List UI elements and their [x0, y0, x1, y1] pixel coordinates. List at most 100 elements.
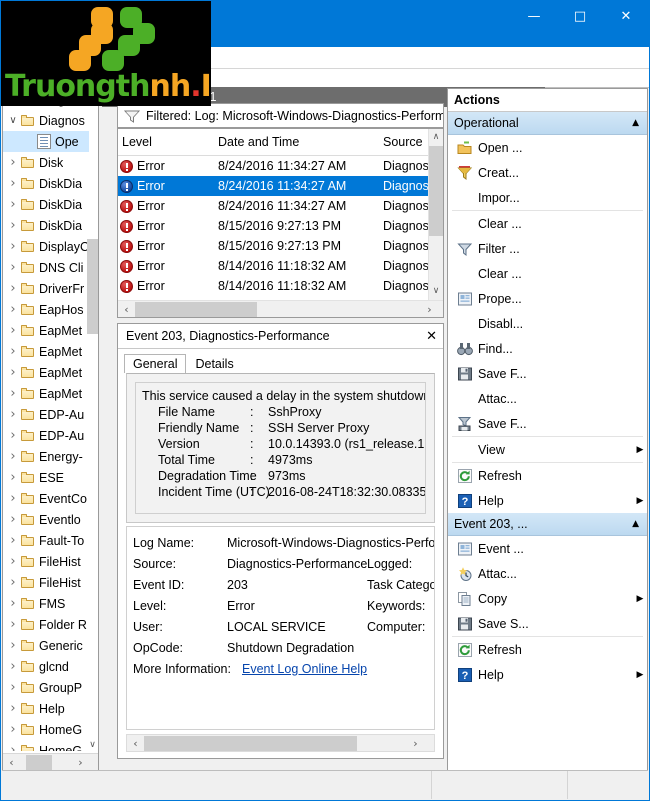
chevron-right-icon[interactable]: › — [5, 197, 21, 212]
action-item-disabl[interactable]: Disabl... — [448, 311, 647, 336]
action-item-help[interactable]: ? Help ▶ — [448, 662, 647, 687]
tree-item[interactable]: › EapMet — [3, 383, 89, 404]
tree-item[interactable]: › DNS Cli — [3, 257, 89, 278]
event-list-scroll-right-button[interactable]: › — [421, 301, 438, 318]
actions-group-header[interactable]: Event 203, ... ▲ — [448, 513, 647, 536]
tree-item[interactable]: › DriverFr — [3, 278, 89, 299]
action-item-prope[interactable]: Prope... — [448, 286, 647, 311]
tree-item[interactable]: › EDP-Au — [3, 425, 89, 446]
tree-item[interactable]: › Fault-To — [3, 530, 89, 551]
action-item-attac[interactable]: Attac... — [448, 561, 647, 586]
close-button[interactable]: ✕ — [603, 1, 649, 32]
chevron-right-icon[interactable]: › — [5, 428, 21, 443]
tree-item[interactable]: › ESE — [3, 467, 89, 488]
tree-item[interactable]: › EDP-Au — [3, 404, 89, 425]
tree-item[interactable]: › Folder R — [3, 614, 89, 635]
event-log-online-help-link[interactable]: Event Log Online Help — [242, 659, 367, 680]
event-list-horizontal-scrollbar[interactable]: ‹ › — [118, 300, 443, 317]
table-row[interactable]: Error8/15/2016 9:27:13 PMDiagnostics-Per… — [118, 236, 443, 256]
chevron-right-icon[interactable]: › — [5, 554, 21, 569]
action-item-clear[interactable]: Clear ... — [448, 261, 647, 286]
event-list-scroll-down-button[interactable]: ∨ — [429, 283, 443, 299]
action-item-savef[interactable]: Save F... — [448, 361, 647, 386]
tree-hscroll-thumb[interactable] — [26, 754, 52, 770]
tree-item[interactable]: Ope — [3, 131, 89, 152]
tree-horizontal-scrollbar[interactable]: ‹ › — [3, 753, 98, 770]
chevron-right-icon[interactable]: › — [5, 638, 21, 653]
chevron-right-icon[interactable]: › — [5, 743, 21, 751]
minimize-button[interactable]: — — [511, 1, 557, 32]
action-item-event[interactable]: Event ... — [448, 536, 647, 561]
event-list-vertical-scrollbar[interactable]: ∧ ∨ — [428, 129, 443, 317]
chevron-right-icon[interactable]: › — [5, 449, 21, 464]
tree-item[interactable]: › Disk — [3, 152, 89, 173]
close-icon[interactable]: ✕ — [426, 329, 437, 344]
action-item-refresh[interactable]: Refresh — [448, 637, 647, 662]
chevron-right-icon[interactable]: › — [5, 617, 21, 632]
tab-general[interactable]: General — [124, 354, 187, 373]
chevron-right-icon[interactable]: › — [5, 239, 21, 254]
tree-item[interactable]: › DiskDia — [3, 215, 89, 236]
chevron-right-icon[interactable]: › — [5, 386, 21, 401]
event-list-scroll-up-button[interactable]: ∧ — [429, 129, 443, 145]
detail-scroll-right-button[interactable]: › — [407, 735, 424, 752]
chevron-right-icon[interactable]: › — [5, 281, 21, 296]
chevron-right-icon[interactable]: › — [5, 491, 21, 506]
chevron-right-icon[interactable]: › — [5, 659, 21, 674]
action-item-open[interactable]: Open ... — [448, 135, 647, 160]
action-item-clear[interactable]: Clear ... — [448, 211, 647, 236]
maximize-button[interactable]: □ — [557, 1, 603, 32]
action-item-impor[interactable]: Impor... — [448, 185, 647, 210]
action-item-copy[interactable]: Copy ▶ — [448, 586, 647, 611]
event-list-rows[interactable]: Error8/24/2016 11:34:27 AMDiagnostics-Pe… — [118, 156, 443, 316]
chevron-right-icon[interactable]: › — [5, 596, 21, 611]
table-row[interactable]: Error8/24/2016 11:34:27 AMDiagnostics-Pe… — [118, 156, 443, 176]
tree-item[interactable]: › EapMet — [3, 320, 89, 341]
chevron-right-icon[interactable]: › — [5, 218, 21, 233]
event-list[interactable]: Level Date and Time Source Error 8/24/201… — [117, 128, 444, 318]
action-item-saves[interactable]: Save S... — [448, 611, 647, 636]
detail-horizontal-scrollbar[interactable]: ‹ › — [126, 734, 435, 752]
tree-scroll-left-button[interactable]: ‹ — [3, 754, 20, 771]
filter-bar[interactable]: Filtered: Log: Microsoft-Windows-Diagnos… — [117, 103, 444, 128]
chevron-right-icon[interactable]: › — [5, 680, 21, 695]
detail-scroll-left-button[interactable]: ‹ — [127, 735, 144, 752]
action-item-creat[interactable]: Creat... — [448, 160, 647, 185]
tree-scroll-right-button[interactable]: › — [72, 754, 89, 771]
collapse-up-icon[interactable]: ▲ — [632, 118, 639, 128]
chevron-right-icon[interactable]: › — [5, 323, 21, 338]
table-row[interactable]: Error8/15/2016 9:27:13 PMDiagnostics-Per… — [118, 216, 443, 236]
action-item-find[interactable]: Find... — [448, 336, 647, 361]
tree-item[interactable]: ∨ Diagnos — [3, 110, 89, 131]
action-item-attac[interactable]: Attac... — [448, 386, 647, 411]
action-item-filter[interactable]: Filter ... — [448, 236, 647, 261]
action-item-help[interactable]: ? Help ▶ — [448, 488, 647, 513]
tree-item[interactable]: › EapMet — [3, 341, 89, 362]
table-row[interactable]: Error8/24/2016 11:34:27 AMDiagnostics-Pe… — [118, 196, 443, 216]
tree-item[interactable]: › HomeG — [3, 740, 89, 751]
event-list-scroll-left-button[interactable]: ‹ — [118, 301, 135, 318]
tree-vertical-scrollbar-thumb[interactable] — [87, 239, 98, 334]
console-tree[interactable]: ›Diagnos∨DiagnosOpe›Disk›DiskDia›DiskDia… — [3, 89, 89, 751]
collapse-up-icon[interactable]: ▲ — [632, 519, 639, 529]
tree-item[interactable]: › FMS — [3, 593, 89, 614]
tab-details[interactable]: Details — [186, 354, 242, 373]
chevron-right-icon[interactable]: › — [5, 365, 21, 380]
tree-item[interactable]: › glcnd — [3, 656, 89, 677]
tree-item[interactable]: › DiskDia — [3, 194, 89, 215]
tree-scroll-down-button[interactable]: ∨ — [87, 737, 98, 753]
action-item-refresh[interactable]: Refresh — [448, 463, 647, 488]
tree-item[interactable]: › FileHist — [3, 572, 89, 593]
tree-item[interactable]: › Eventlo — [3, 509, 89, 530]
tree-item[interactable]: › EapHos — [3, 299, 89, 320]
chevron-right-icon[interactable]: › — [5, 260, 21, 275]
tree-item[interactable]: › Help — [3, 698, 89, 719]
chevron-right-icon[interactable]: › — [5, 176, 21, 191]
tree-item[interactable]: › Generic — [3, 635, 89, 656]
tree-item[interactable]: › DiskDia — [3, 173, 89, 194]
event-list-header[interactable]: Level Date and Time Source — [118, 129, 443, 156]
chevron-right-icon[interactable]: › — [5, 470, 21, 485]
chevron-right-icon[interactable]: › — [5, 575, 21, 590]
event-list-vscroll-thumb[interactable] — [429, 146, 443, 236]
event-list-hscroll-thumb[interactable] — [135, 301, 257, 317]
